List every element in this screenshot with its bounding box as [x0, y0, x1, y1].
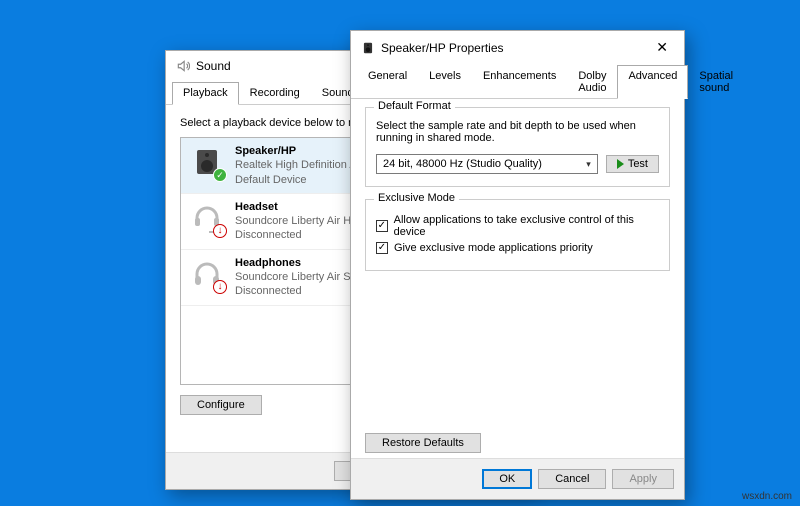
checkbox-icon [376, 220, 388, 232]
disconnected-badge-icon [213, 224, 227, 238]
restore-defaults-button[interactable]: Restore Defaults [365, 433, 481, 453]
configure-button[interactable]: Configure [180, 395, 262, 415]
headphones-device-icon [189, 256, 225, 292]
checkbox-icon [376, 242, 388, 254]
tab-playback[interactable]: Playback [172, 82, 239, 105]
test-button[interactable]: Test [606, 155, 659, 173]
props-title: Speaker/HP Properties [381, 41, 504, 55]
headset-device-icon [189, 200, 225, 236]
props-tabs: General Levels Enhancements Dolby Audio … [351, 64, 684, 99]
exclusive-priority-checkbox[interactable]: Give exclusive mode applications priorit… [376, 242, 659, 254]
chevron-down-icon: ▾ [586, 159, 591, 170]
test-label: Test [628, 158, 648, 170]
close-icon[interactable]: ✕ [650, 39, 674, 56]
props-titlebar: Speaker/HP Properties ✕ [351, 31, 684, 64]
tab-dolby-audio[interactable]: Dolby Audio [567, 65, 617, 99]
speaker-icon [176, 59, 190, 73]
tab-advanced[interactable]: Advanced [617, 65, 688, 99]
tab-recording[interactable]: Recording [239, 82, 311, 105]
tab-levels[interactable]: Levels [418, 65, 472, 99]
default-format-group: Default Format Select the sample rate an… [365, 107, 670, 187]
exclusive-mode-group: Exclusive Mode Allow applications to tak… [365, 199, 670, 271]
speaker-device-icon [189, 144, 225, 180]
props-cancel-button[interactable]: Cancel [538, 469, 606, 489]
format-dropdown[interactable]: 24 bit, 48000 Hz (Studio Quality) ▾ [376, 154, 598, 174]
exclusive-opt1-label: Allow applications to take exclusive con… [394, 214, 659, 238]
exclusive-control-checkbox[interactable]: Allow applications to take exclusive con… [376, 214, 659, 238]
default-badge-icon [213, 168, 227, 182]
speaker-icon [361, 41, 375, 55]
sound-title: Sound [196, 59, 231, 73]
format-value: 24 bit, 48000 Hz (Studio Quality) [383, 158, 542, 170]
default-format-legend: Default Format [374, 100, 455, 112]
properties-window: Speaker/HP Properties ✕ General Levels E… [350, 30, 685, 500]
props-apply-button[interactable]: Apply [612, 469, 674, 489]
exclusive-legend: Exclusive Mode [374, 192, 459, 204]
play-icon [617, 159, 624, 169]
default-format-desc: Select the sample rate and bit depth to … [376, 120, 659, 144]
exclusive-opt2-label: Give exclusive mode applications priorit… [394, 242, 593, 254]
tab-spatial-sound[interactable]: Spatial sound [688, 65, 744, 99]
disconnected-badge-icon [213, 280, 227, 294]
props-ok-button[interactable]: OK [482, 469, 532, 489]
tab-enhancements[interactable]: Enhancements [472, 65, 567, 99]
watermark: wsxdn.com [742, 491, 792, 502]
tab-general[interactable]: General [357, 65, 418, 99]
